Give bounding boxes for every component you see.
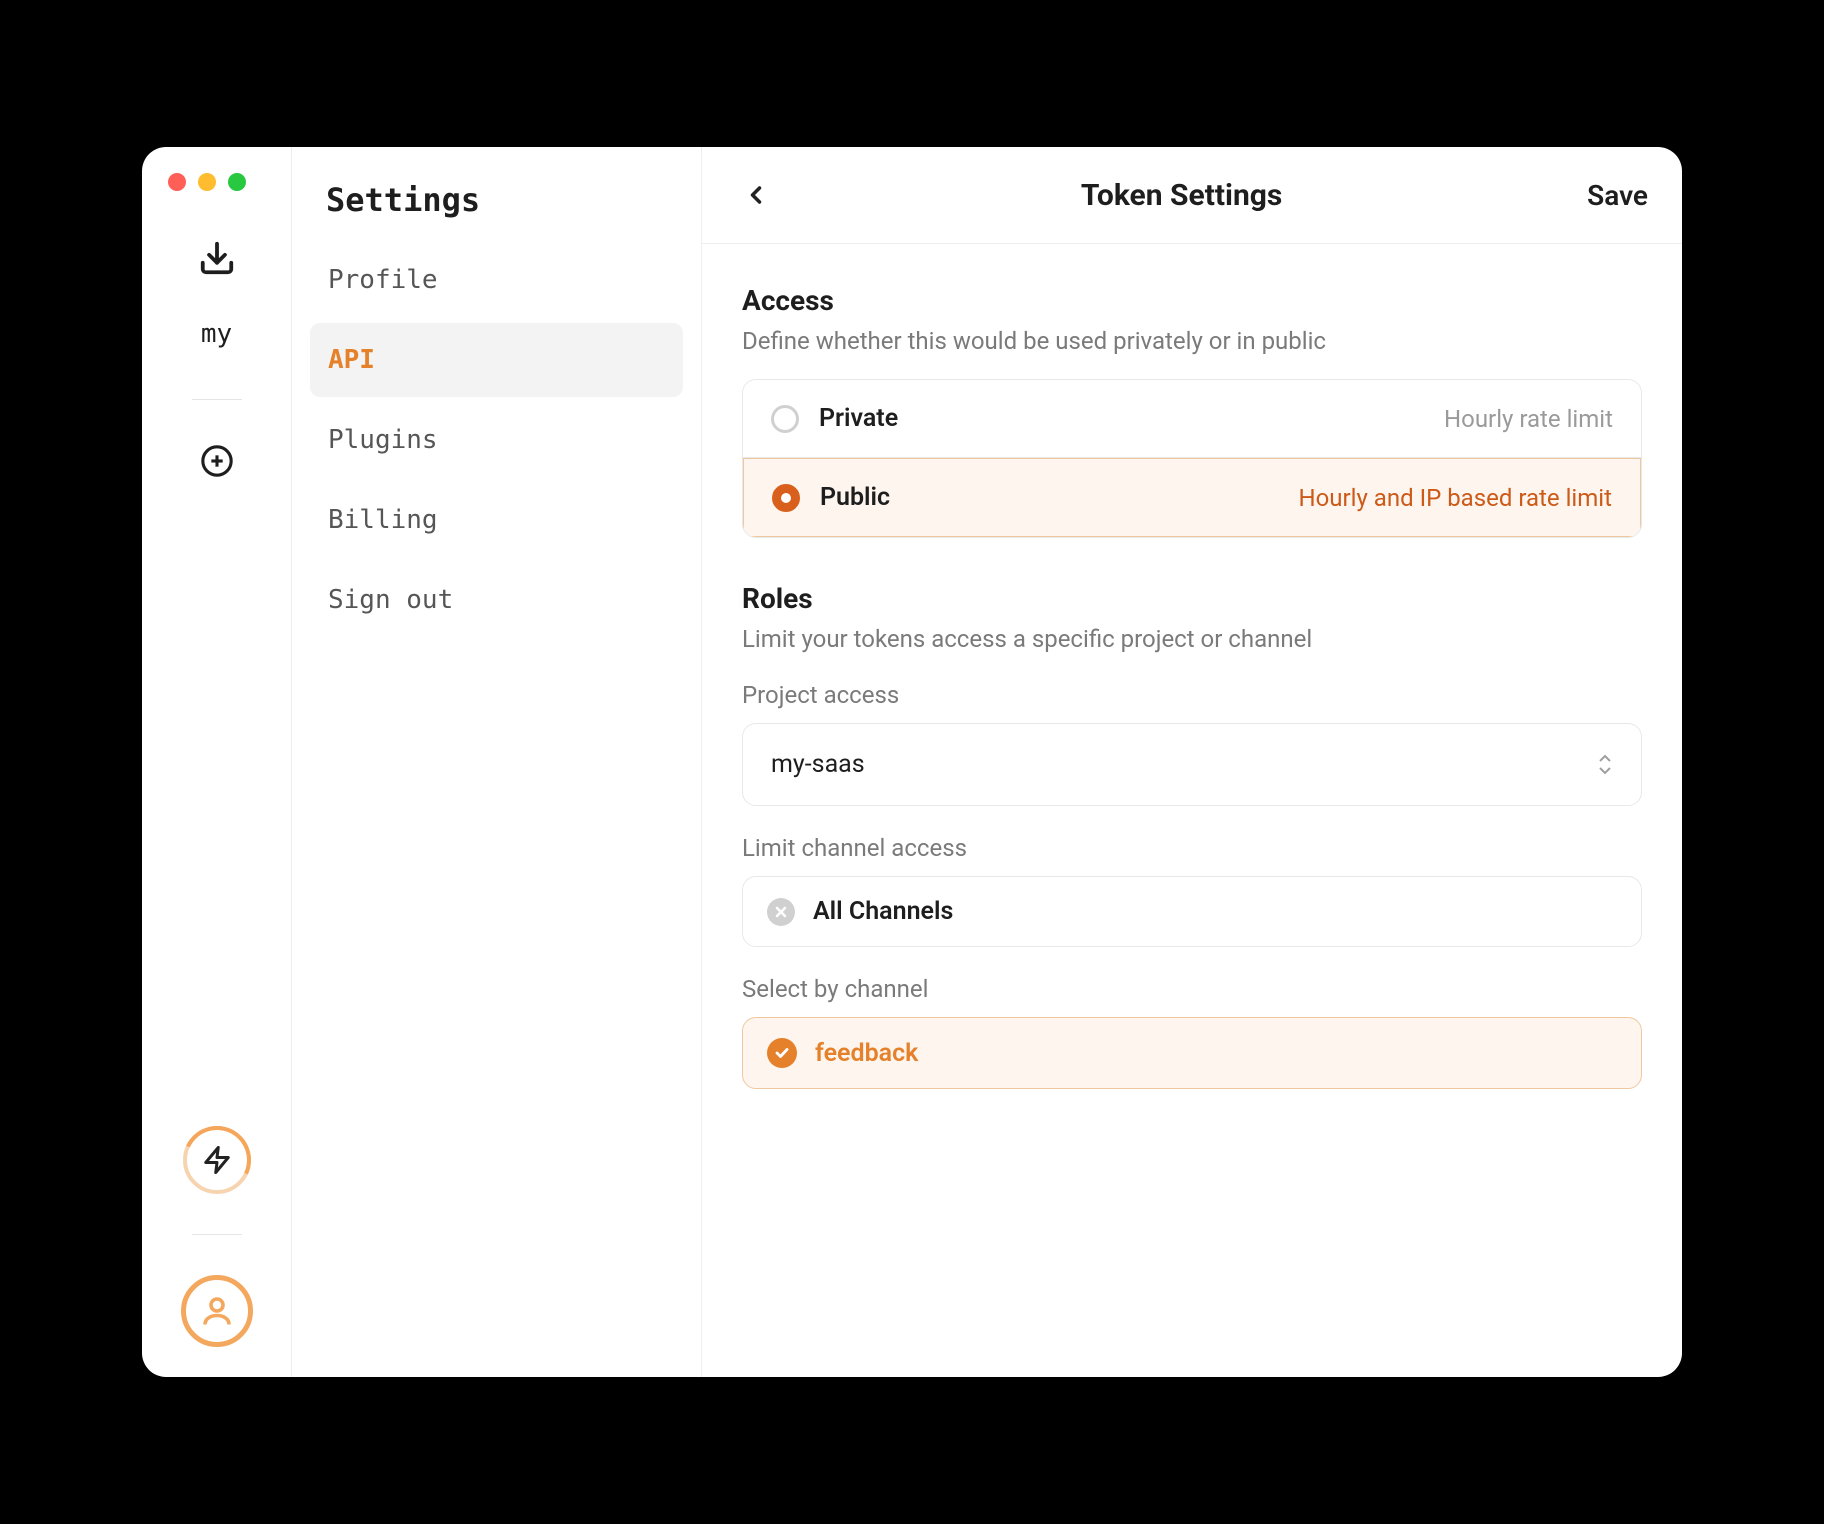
close-icon[interactable] <box>767 898 795 926</box>
quick-actions-button[interactable] <box>183 1126 251 1194</box>
roles-description: Limit your tokens access a specific proj… <box>742 625 1642 653</box>
maximize-window-button[interactable] <box>228 173 246 191</box>
window-controls <box>168 173 246 191</box>
chevron-up-down-icon <box>1597 754 1613 775</box>
content-header: Token Settings Save <box>702 147 1682 244</box>
sidebar-item-signout[interactable]: Sign out <box>310 563 683 637</box>
roles-section: Roles Limit your tokens access a specifi… <box>742 582 1642 1089</box>
inbox-icon[interactable] <box>196 237 238 279</box>
roles-title: Roles <box>742 582 1642 615</box>
access-option-public[interactable]: Public Hourly and IP based rate limit <box>743 458 1641 537</box>
sidebar-title: Settings <box>310 171 683 243</box>
select-by-channel-label: Select by channel <box>742 975 1642 1003</box>
sidebar-item-api[interactable]: API <box>310 323 683 397</box>
radio-icon <box>771 405 799 433</box>
sidebar-item-label: Profile <box>328 265 438 295</box>
project-access-value: my-saas <box>771 750 865 779</box>
sidebar-item-billing[interactable]: Billing <box>310 483 683 557</box>
project-access-label: Project access <box>742 681 1642 709</box>
app-window: my Settings Profile API Plugins Billing <box>142 147 1682 1377</box>
left-rail: my <box>142 147 292 1377</box>
rail-divider <box>192 399 242 400</box>
radio-icon <box>772 484 800 512</box>
project-access-select[interactable]: my-saas <box>742 723 1642 806</box>
sidebar-item-label: API <box>328 345 375 375</box>
channel-chip-feedback[interactable]: feedback <box>742 1017 1642 1089</box>
access-option-note: Hourly and IP based rate limit <box>1298 484 1612 512</box>
check-icon <box>767 1038 797 1068</box>
main-content: Token Settings Save Access Define whethe… <box>702 147 1682 1377</box>
sidebar-item-label: Billing <box>328 505 438 535</box>
limit-channel-label: Limit channel access <box>742 834 1642 862</box>
access-option-note: Hourly rate limit <box>1444 405 1613 433</box>
minimize-window-button[interactable] <box>198 173 216 191</box>
channel-chip-label: feedback <box>815 1039 918 1068</box>
limit-channel-chip[interactable]: All Channels <box>742 876 1642 947</box>
access-description: Define whether this would be used privat… <box>742 327 1642 355</box>
sidebar-item-label: Plugins <box>328 425 438 455</box>
back-button[interactable] <box>736 175 776 215</box>
content-body: Access Define whether this would be used… <box>702 244 1682 1377</box>
project-shortcut[interactable]: my <box>201 319 232 349</box>
sidebar-item-label: Sign out <box>328 585 453 615</box>
page-title: Token Settings <box>776 178 1587 213</box>
access-option-label: Private <box>819 404 1424 433</box>
save-button[interactable]: Save <box>1587 179 1648 212</box>
settings-sidebar: Settings Profile API Plugins Billing Sig… <box>292 147 702 1377</box>
rail-divider <box>192 1234 242 1235</box>
sidebar-item-profile[interactable]: Profile <box>310 243 683 317</box>
access-radio-group: Private Hourly rate limit Public Hourly … <box>742 379 1642 538</box>
access-option-label: Public <box>820 483 1278 512</box>
close-window-button[interactable] <box>168 173 186 191</box>
add-button[interactable] <box>196 440 238 482</box>
limit-channel-value: All Channels <box>813 897 953 926</box>
account-button[interactable] <box>181 1275 253 1347</box>
access-section: Access Define whether this would be used… <box>742 284 1642 538</box>
access-title: Access <box>742 284 1642 317</box>
access-option-private[interactable]: Private Hourly rate limit <box>743 380 1641 458</box>
sidebar-item-plugins[interactable]: Plugins <box>310 403 683 477</box>
